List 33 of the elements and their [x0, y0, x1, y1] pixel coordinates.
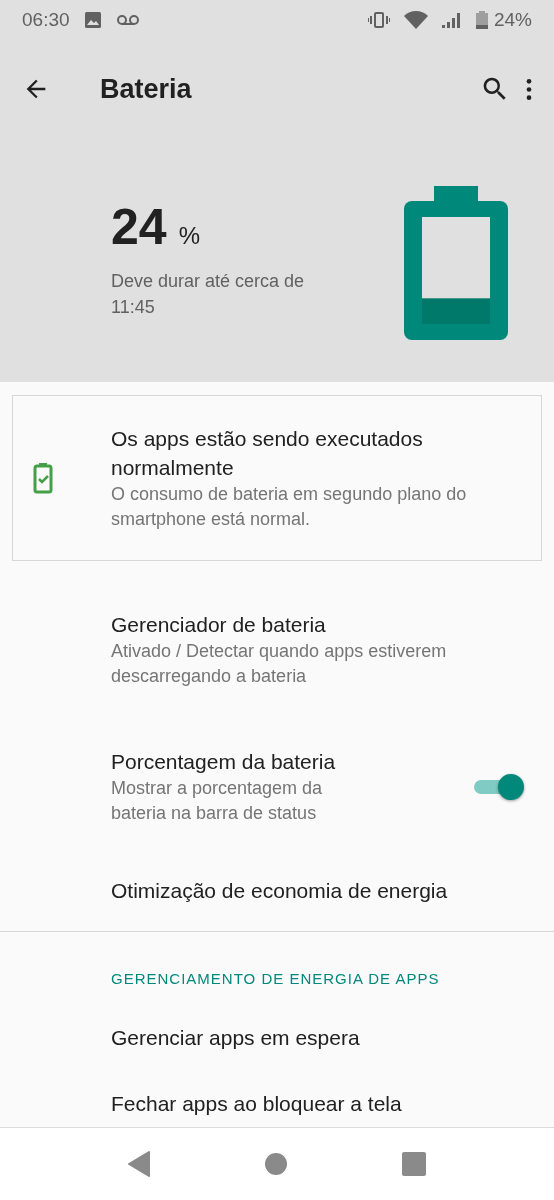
image-icon: [83, 11, 102, 29]
preference-item[interactable]: Otimização de economia de energia: [0, 855, 554, 925]
wifi-icon: [403, 11, 428, 29]
tip-title: Os apps estão sendo executados normalmente: [111, 426, 424, 481]
section-header: GERENCIAMENTO DE ENERGIA DE APPS: [110, 969, 441, 987]
preference-title: Gerenciador de bateria: [111, 612, 327, 638]
more-options-icon: [526, 78, 532, 100]
preference-summary: Ativado / Detectar quando apps estiverem descarregando a bateria: [111, 640, 448, 688]
preference-item[interactable]: Gerenciar apps em espera: [0, 987, 554, 1053]
preference-item[interactable]: Fechar apps ao bloquear a tela: [0, 1053, 554, 1119]
preference-summary: Mostrar a porcentagem da bateria na barra de status: [111, 777, 324, 825]
preference-item[interactable]: Gerenciador de bateria Ativado / Detectar quando apps estiverem descarregando a bateria: [0, 581, 554, 718]
preference-title: Gerenciar apps em espera: [111, 1026, 360, 1049]
vibrate-icon: [367, 11, 390, 29]
signal-icon: [441, 12, 462, 28]
percent-sign: %: [178, 222, 200, 250]
tip-summary: O consumo de bateria em segundo plano do smartphone está normal.: [111, 483, 468, 531]
home-nav-icon[interactable]: [265, 1153, 287, 1175]
preference-item[interactable]: Porcentagem da bateria Mostrar a porcentagem da bateria na barra de status: [0, 718, 554, 855]
preference-title: Porcentagem da bateria: [111, 749, 337, 775]
page-title: Bateria: [100, 73, 192, 105]
status-time: 06:30: [22, 9, 70, 31]
tip-card[interactable]: Os apps estão sendo executados normalmente O consumo de bateria em segundo plano do smartphone está normal.: [12, 395, 542, 561]
battery-percentage: 24%: [493, 9, 532, 31]
battery-level: 24: [111, 198, 167, 256]
battery-estimate: Deve durar até cerca de 11:45: [111, 270, 306, 319]
preference-title: Fechar apps ao bloquear a tela: [111, 1092, 402, 1115]
battery-check-icon: [33, 462, 53, 494]
battery-icon: [475, 11, 488, 29]
battery-icon: [404, 186, 508, 340]
back-nav-icon[interactable]: [128, 1151, 150, 1177]
preference-title: Otimização de economia de energia: [111, 877, 449, 904]
voicemail-icon: [115, 14, 140, 26]
